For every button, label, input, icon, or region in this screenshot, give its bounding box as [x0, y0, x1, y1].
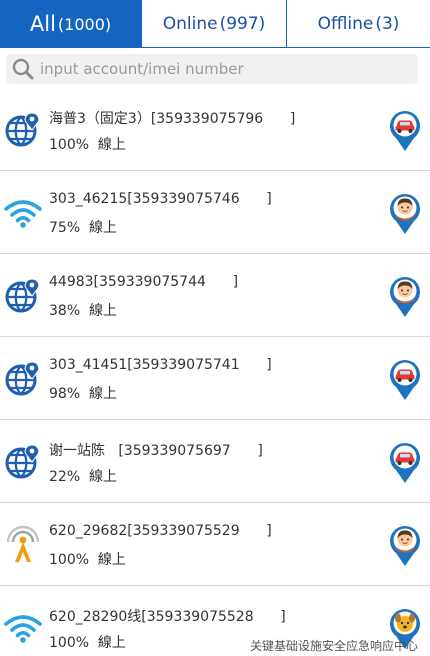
search-input[interactable] — [40, 55, 410, 83]
watermark: 关键基础设施安全应急响应中心 — [250, 639, 419, 653]
search-bar — [6, 54, 418, 84]
device-list-item[interactable]: 谢一站陈 [359339075697 ] 22% 線上 — [0, 420, 430, 503]
tab-all[interactable]: All (1000) — [0, 0, 142, 48]
device-list-item[interactable]: 44983[359339075744 ] 38% 線上 — [0, 254, 430, 337]
device-title: 44983[359339075744 ] — [49, 274, 239, 290]
globe-pin-icon — [4, 442, 42, 480]
device-title: 303_41451[359339075741 ] — [49, 357, 272, 373]
tab-offline-count: (3) — [375, 14, 400, 34]
device-status: 38% 線上 — [49, 303, 118, 319]
globe-pin-icon — [4, 110, 42, 148]
tab-online[interactable]: Online (997) — [142, 0, 287, 48]
antenna-icon — [4, 525, 42, 563]
car-icon[interactable] — [388, 357, 422, 401]
tab-online-label: Online — [162, 14, 218, 34]
car-icon[interactable] — [388, 440, 422, 484]
device-status: 100% 線上 — [49, 635, 126, 651]
wifi-icon — [4, 193, 42, 231]
device-status: 100% 線上 — [49, 552, 126, 568]
device-status: 22% 線上 — [49, 469, 118, 485]
device-list-item[interactable]: 620_29682[359339075529 ] 100% 線上 — [0, 503, 430, 586]
person-icon[interactable] — [388, 191, 422, 235]
device-list-item[interactable]: 海普3（固定3）[359339075796 ] 100% 線上 — [0, 88, 430, 171]
tab-all-count: (1000) — [57, 14, 112, 34]
tab-online-count: (997) — [219, 14, 266, 34]
tab-offline[interactable]: Offline (3) — [287, 0, 430, 48]
device-list-item[interactable]: 303_41451[359339075741 ] 98% 線上 — [0, 337, 430, 420]
person-icon[interactable] — [388, 274, 422, 318]
device-list: 海普3（固定3）[359339075796 ] 100% 線上 303_46215[… — [0, 88, 430, 656]
globe-pin-icon — [4, 359, 42, 397]
tab-all-label: All — [29, 12, 56, 36]
device-title: 620_29682[359339075529 ] — [49, 523, 272, 539]
device-title: 620_28290线[359339075528 ] — [49, 609, 286, 625]
device-title: 海普3（固定3）[359339075796 ] — [49, 111, 296, 127]
person-icon[interactable] — [388, 523, 422, 567]
search-icon[interactable] — [6, 54, 40, 84]
car-icon[interactable] — [388, 108, 422, 152]
device-title: 303_46215[359339075746 ] — [49, 191, 272, 207]
device-status: 98% 線上 — [49, 386, 118, 402]
device-title: 谢一站陈 [359339075697 ] — [49, 443, 263, 459]
globe-pin-icon — [4, 276, 42, 314]
device-list-item[interactable]: 303_46215[359339075746 ] 75% 線上 — [0, 171, 430, 254]
wifi-icon — [4, 608, 42, 646]
device-filter-tabs: All (1000) Online (997) Offline (3) — [0, 0, 430, 48]
device-status: 75% 線上 — [49, 220, 118, 236]
tab-offline-label: Offline — [317, 14, 374, 34]
device-status: 100% 線上 — [49, 137, 126, 153]
